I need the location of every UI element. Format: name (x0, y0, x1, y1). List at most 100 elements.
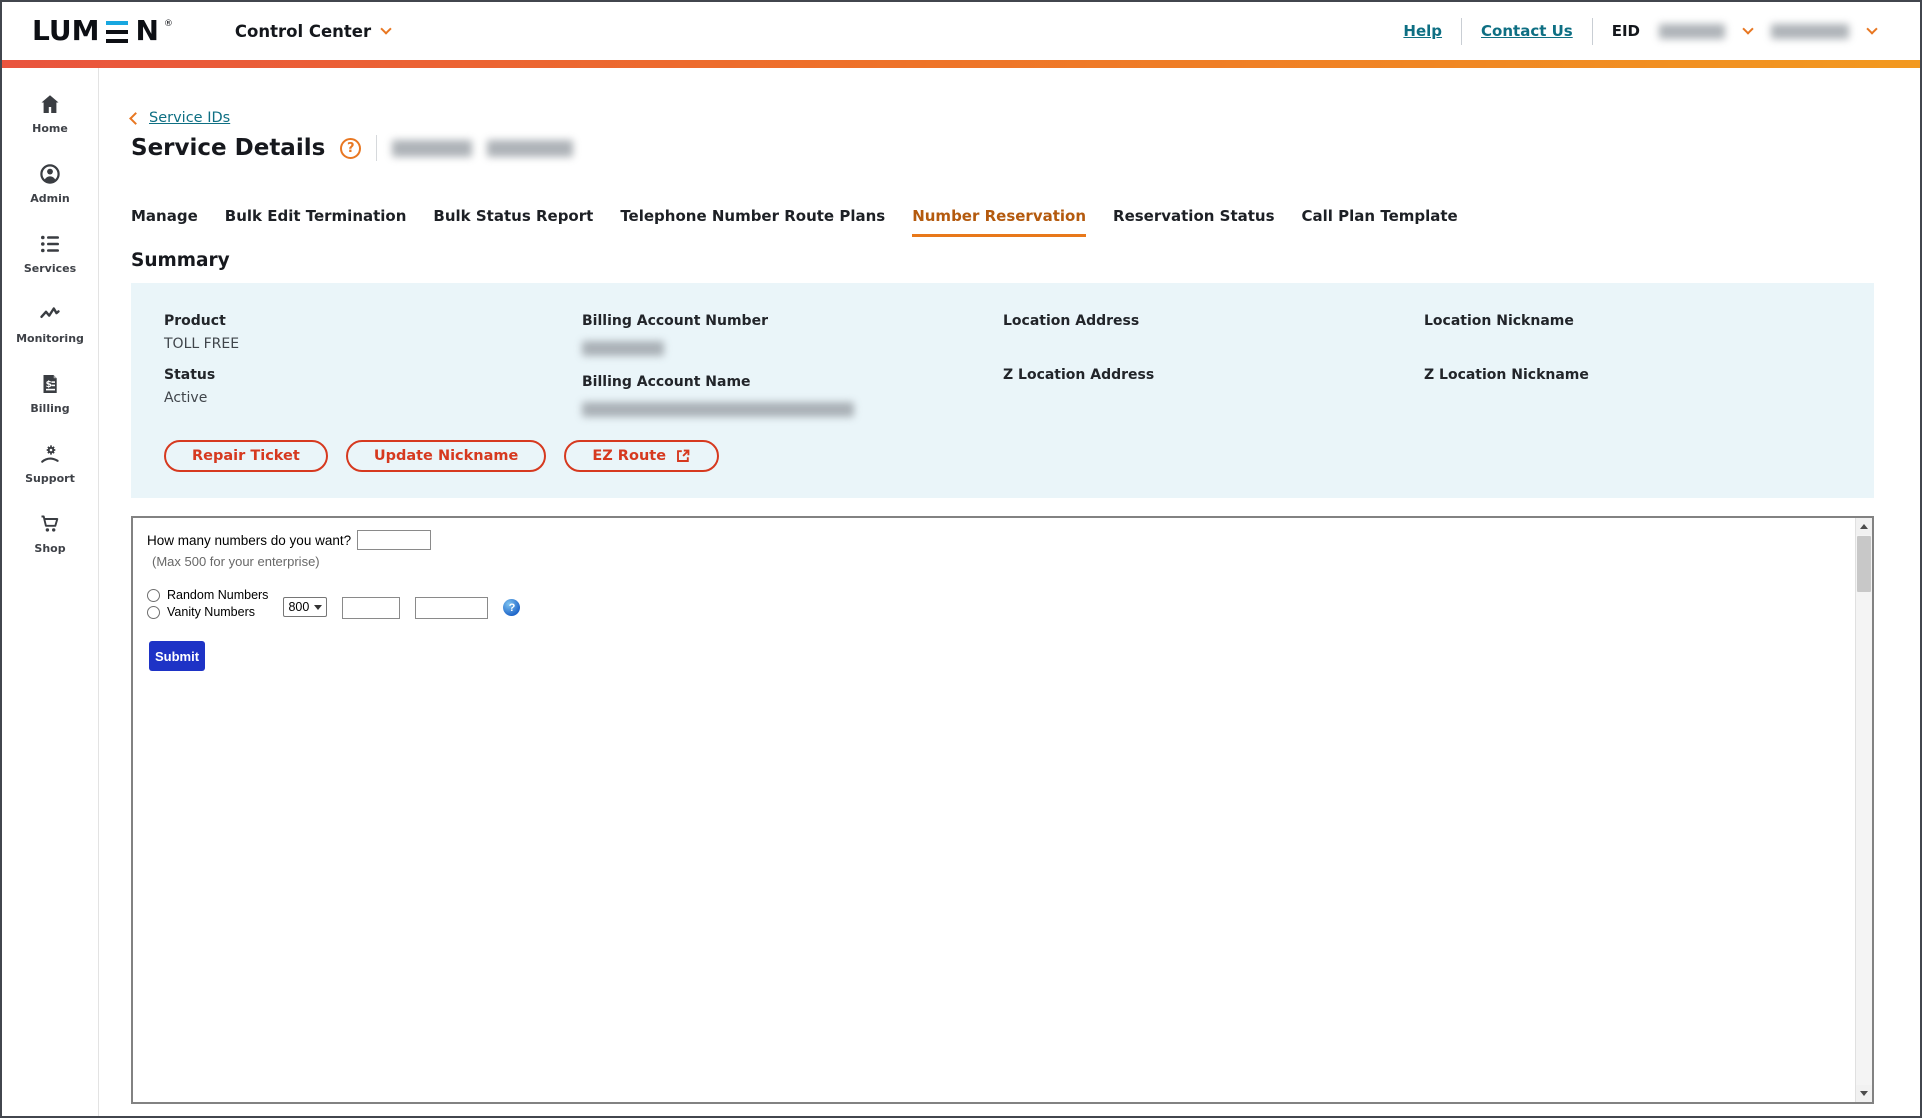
control-center-menu[interactable]: Control Center (235, 22, 390, 41)
sidebar-item-support[interactable]: Support (25, 442, 75, 485)
z-location-address-value (1003, 390, 1424, 407)
tab-manage[interactable]: Manage (131, 207, 198, 237)
tab-bulk-status-report[interactable]: Bulk Status Report (433, 207, 593, 237)
home-icon (38, 92, 62, 116)
update-nickname-button[interactable]: Update Nickname (346, 440, 547, 472)
status-label: Status (164, 367, 582, 383)
eid-label: EID (1612, 22, 1640, 40)
scroll-down-button[interactable] (1856, 1085, 1872, 1102)
number-pattern-input-2[interactable] (415, 597, 488, 619)
status-value: Active (164, 390, 582, 407)
tab-reservation-status[interactable]: Reservation Status (1113, 207, 1275, 237)
scrollbar-thumb[interactable] (1857, 536, 1871, 592)
svg-text:$: $ (46, 380, 52, 390)
logo-e-icon (106, 21, 128, 44)
billing-account-number-label: Billing Account Number (582, 313, 1003, 329)
contact-us-link[interactable]: Contact Us (1481, 22, 1573, 40)
user-name-redacted (1771, 24, 1849, 39)
billing-account-number-redacted (582, 341, 664, 356)
eid-value-redacted (1659, 24, 1725, 39)
user-dropdown-chevron-icon[interactable] (1866, 23, 1877, 34)
control-center-label: Control Center (235, 22, 371, 41)
eid-dropdown-chevron-icon[interactable] (1742, 23, 1753, 34)
update-nickname-label: Update Nickname (374, 448, 519, 464)
vanity-numbers-option[interactable]: Vanity Numbers (147, 605, 268, 619)
scroll-up-button[interactable] (1856, 518, 1872, 535)
chevron-down-icon (380, 23, 391, 34)
form-scrollbar[interactable] (1855, 518, 1872, 1102)
page-title: Service Details (131, 135, 325, 161)
lumen-logo: LUM N ® (32, 17, 173, 45)
billing-account-name-redacted (582, 402, 854, 417)
shopping-cart-icon (38, 512, 62, 536)
z-location-nickname-label: Z Location Nickname (1424, 367, 1874, 383)
summary-col-nickname: Location Nickname Z Location Nickname (1424, 313, 1874, 421)
prefix-select[interactable]: 800 (283, 597, 327, 617)
services-list-icon (38, 232, 62, 256)
pattern-help-icon[interactable]: ? (503, 599, 520, 616)
external-link-icon (675, 448, 691, 464)
location-address-value (1003, 336, 1424, 353)
vanity-numbers-label: Vanity Numbers (167, 605, 255, 619)
sidebar-item-label: Shop (34, 542, 65, 555)
breadcrumb-service-ids-link[interactable]: Service IDs (149, 110, 230, 126)
number-pattern-input-1[interactable] (342, 597, 400, 619)
scroll-down-arrow-icon (1860, 1091, 1868, 1096)
quantity-input[interactable] (357, 530, 431, 550)
submit-button[interactable]: Submit (149, 641, 205, 671)
summary-heading: Summary (131, 250, 1874, 271)
tab-number-reservation[interactable]: Number Reservation (912, 207, 1086, 237)
header-right-group: Help Contact Us EID (1403, 18, 1920, 45)
sidebar-item-monitoring[interactable]: Monitoring (16, 302, 84, 345)
repair-ticket-label: Repair Ticket (192, 448, 300, 464)
location-address-label: Location Address (1003, 313, 1424, 329)
quantity-question-label: How many numbers do you want? (147, 533, 351, 548)
prefix-selected-value: 800 (288, 600, 309, 614)
location-nickname-label: Location Nickname (1424, 313, 1874, 329)
sidebar-item-admin[interactable]: Admin (30, 162, 69, 205)
help-link[interactable]: Help (1403, 22, 1442, 40)
header-divider (1461, 18, 1462, 45)
location-nickname-value (1424, 336, 1874, 353)
sidebar-item-label: Billing (30, 402, 69, 415)
repair-ticket-button[interactable]: Repair Ticket (164, 440, 328, 472)
service-id-redacted (392, 140, 472, 157)
tab-bulk-edit-termination[interactable]: Bulk Edit Termination (225, 207, 407, 237)
chevron-left-icon (129, 112, 142, 125)
z-location-nickname-value (1424, 390, 1874, 407)
breadcrumb: Service IDs (131, 110, 1874, 126)
random-numbers-option[interactable]: Random Numbers (147, 588, 268, 602)
sidebar-item-label: Support (25, 472, 75, 485)
sidebar-item-shop[interactable]: Shop (34, 512, 65, 555)
brand-gradient-bar (2, 60, 1920, 68)
product-value: TOLL FREE (164, 336, 582, 353)
tab-telephone-number-route-plans[interactable]: Telephone Number Route Plans (620, 207, 885, 237)
logo-text-right: N (135, 17, 158, 45)
random-numbers-label: Random Numbers (167, 588, 268, 602)
ez-route-label: EZ Route (592, 448, 666, 464)
summary-col-billing: Billing Account Number Billing Account N… (582, 313, 1003, 421)
summary-actions: Repair Ticket Update Nickname EZ Route (164, 440, 1874, 472)
sidebar-item-home[interactable]: Home (32, 92, 68, 135)
admin-user-icon (38, 162, 62, 186)
sidebar-nav: Home Admin Services Monitoring $ Billing… (2, 68, 99, 1116)
header-divider (1592, 18, 1593, 45)
tab-call-plan-template[interactable]: Call Plan Template (1302, 207, 1458, 237)
ez-route-button[interactable]: EZ Route (564, 440, 719, 472)
title-divider (376, 135, 377, 161)
scroll-up-arrow-icon (1860, 524, 1868, 529)
z-location-address-label: Z Location Address (1003, 367, 1424, 383)
top-header: LUM N ® Control Center Help Contact Us E… (2, 2, 1920, 60)
help-question-icon[interactable]: ? (340, 138, 361, 159)
support-hand-gear-icon (38, 442, 62, 466)
summary-panel: Product TOLL FREE Status Active Billing … (131, 283, 1874, 498)
summary-col-product: Product TOLL FREE Status Active (164, 313, 582, 421)
sidebar-item-billing[interactable]: $ Billing (30, 372, 69, 415)
select-arrow-icon (314, 605, 322, 610)
radio-button-icon[interactable] (147, 589, 160, 602)
radio-button-icon[interactable] (147, 606, 160, 619)
sidebar-item-services[interactable]: Services (24, 232, 76, 275)
summary-col-location: Location Address Z Location Address (1003, 313, 1424, 421)
app-window: LUM N ® Control Center Help Contact Us E… (0, 0, 1922, 1118)
number-reservation-form-panel: How many numbers do you want? (Max 500 f… (131, 516, 1874, 1104)
